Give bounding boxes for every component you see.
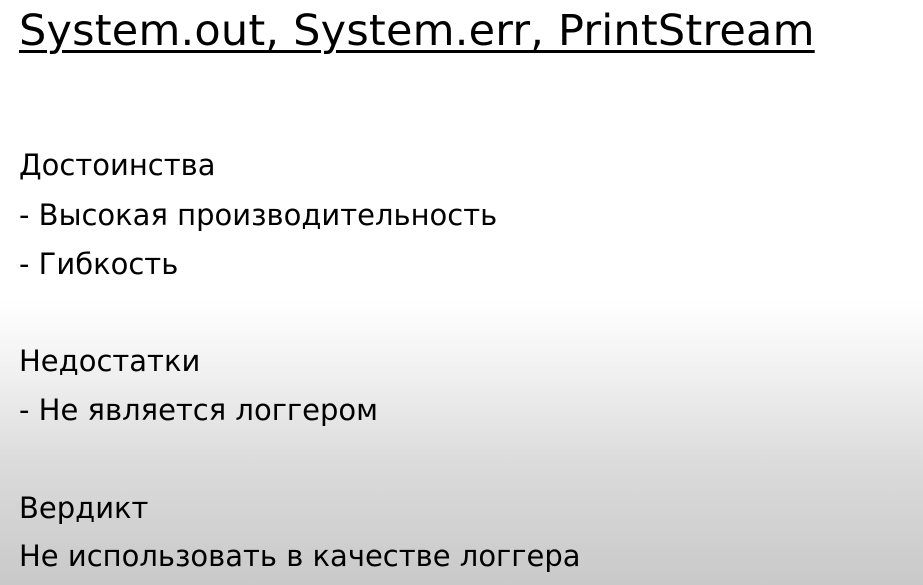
disadvantages-heading: Недостатки [19,344,201,378]
slide-title: System.out, System.err, PrintStream [19,6,815,56]
disadvantage-item-not-logger: - Не является логгером [19,393,379,427]
advantage-item-performance: - Высокая производительность [19,198,498,232]
presentation-slide: System.out, System.err, PrintStream Дост… [0,0,923,585]
advantages-heading: Достоинства [19,148,216,182]
advantage-item-flexibility: - Гибкость [19,247,179,281]
verdict-heading: Вердикт [19,491,149,525]
verdict-text: Не использовать в качестве логгера [19,539,581,573]
